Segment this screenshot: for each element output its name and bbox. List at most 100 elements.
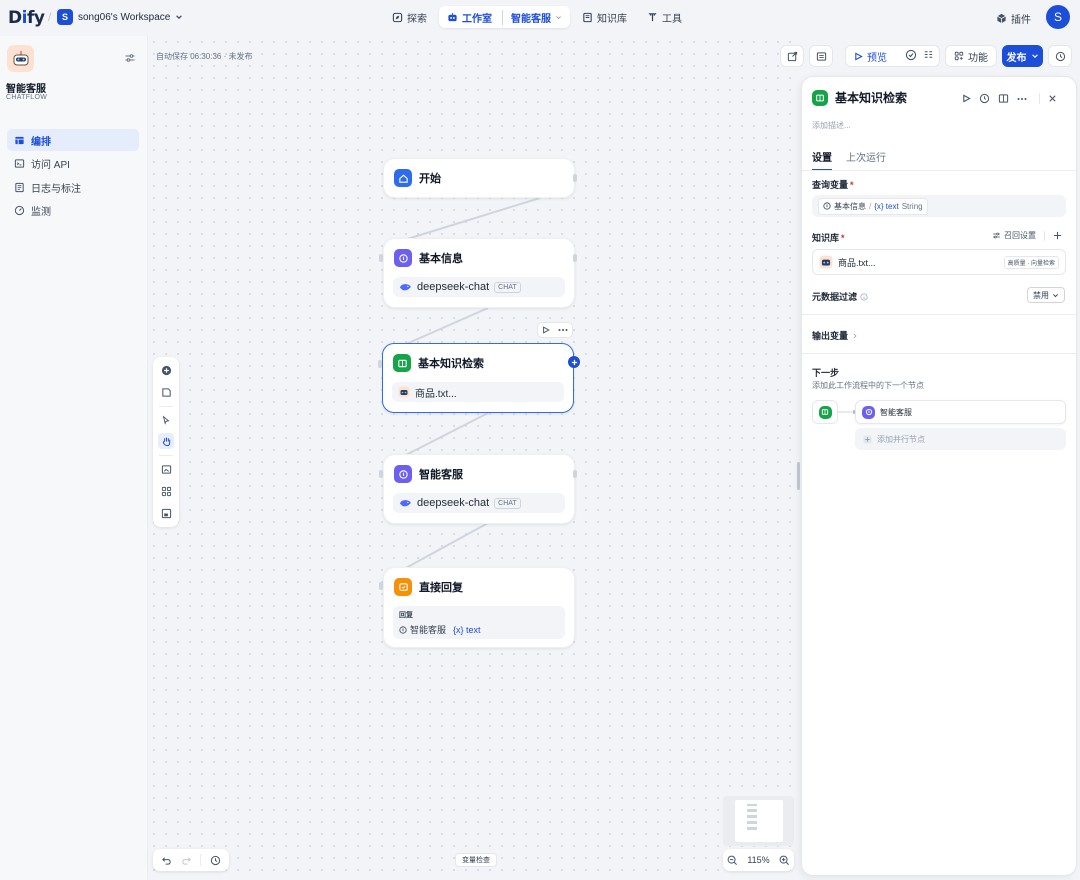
zoom-level[interactable]: 115% xyxy=(747,855,769,865)
add-knowledge-icon[interactable] xyxy=(1053,231,1062,240)
tab-settings[interactable]: 设置 xyxy=(812,149,832,171)
knowledge-item[interactable]: 商品.txt... 高质量 · 向量检索 xyxy=(812,249,1066,275)
retrieval-mode-badge: 高质量 · 向量检索 xyxy=(1003,255,1059,269)
env-button[interactable] xyxy=(809,45,833,67)
node-kb-input-handle[interactable] xyxy=(378,360,382,368)
minimap[interactable] xyxy=(723,796,794,846)
node-customer-service[interactable]: 智能客服 deepseek-chat CHAT xyxy=(383,454,575,524)
next-node-customer-service[interactable]: 智能客服 xyxy=(855,400,1066,424)
reply-content: 回复 智能客服 {x} text xyxy=(393,606,565,639)
actions-divider xyxy=(1044,230,1045,241)
node-reply-input-handle[interactable] xyxy=(379,582,383,590)
chat-badge: CHAT xyxy=(494,281,521,293)
query-variable-selector[interactable]: 基本信息 / {x} text String xyxy=(812,195,1066,217)
node-cs-input-handle[interactable] xyxy=(379,470,383,478)
add-node-icon[interactable] xyxy=(158,362,174,378)
current-node-block xyxy=(812,400,838,424)
preview-button[interactable]: 预览 xyxy=(854,49,887,64)
panel-title[interactable]: 基本知识检索 xyxy=(835,89,907,106)
checklist-icon[interactable] xyxy=(905,49,917,64)
info-icon xyxy=(860,292,868,301)
tools-divider xyxy=(159,406,173,407)
more-icon[interactable] xyxy=(558,328,568,332)
features-button[interactable]: 功能 xyxy=(945,45,997,67)
node-title: 开始 xyxy=(419,173,441,185)
recall-settings-button[interactable]: 召回设置 xyxy=(992,230,1036,241)
node-start-output-handle[interactable] xyxy=(573,174,577,182)
node-direct-reply[interactable]: 直接回复 回复 智能客服 {x} text xyxy=(383,567,575,648)
zoom-controls: 115% xyxy=(723,849,794,871)
redo-icon[interactable] xyxy=(181,855,192,866)
undo-icon[interactable] xyxy=(161,855,172,866)
node-actions xyxy=(537,322,573,338)
hand-icon[interactable] xyxy=(158,433,174,449)
book-open-icon xyxy=(812,89,828,106)
features-icon xyxy=(954,51,964,61)
reply-label: 回复 xyxy=(399,612,413,619)
llm-icon xyxy=(394,249,412,267)
description-input[interactable]: 添加描述... xyxy=(812,120,851,131)
query-variable-label: 查询变量 * xyxy=(812,180,854,190)
minimap-viewport xyxy=(735,800,783,842)
env-icon xyxy=(816,51,826,61)
more-icon[interactable] xyxy=(1017,97,1027,101)
add-parallel-node-button[interactable]: 添加并行节点 xyxy=(855,428,1066,450)
help-icon[interactable] xyxy=(979,93,990,104)
canvas-tools xyxy=(153,357,179,527)
llm-icon xyxy=(862,405,875,419)
plugins-button[interactable]: 插件 xyxy=(996,11,1031,26)
panel-resize-handle[interactable] xyxy=(797,462,800,490)
variable-check-button[interactable]: 变量检查 xyxy=(455,853,497,867)
home-icon xyxy=(394,169,412,187)
book-open-icon xyxy=(393,354,411,372)
undo-redo-tools xyxy=(153,849,229,871)
actions-divider xyxy=(1039,93,1040,104)
export-button[interactable] xyxy=(780,45,804,67)
dataset-robot-icon xyxy=(819,255,833,269)
pointer-icon[interactable] xyxy=(158,412,174,428)
node-basic-info-input-handle[interactable] xyxy=(379,254,383,262)
close-icon[interactable] xyxy=(1048,94,1057,103)
run-node-icon[interactable] xyxy=(962,94,971,103)
publish-button[interactable]: 发布 xyxy=(1002,45,1043,67)
metadata-filter-select[interactable]: 禁用 xyxy=(1027,287,1065,303)
sliders-icon xyxy=(993,232,1000,239)
output-variables-toggle[interactable]: 输出变量 xyxy=(812,329,858,342)
llm-small-icon xyxy=(823,202,831,210)
deepseek-whale-icon xyxy=(400,283,411,290)
zoom-in-icon[interactable] xyxy=(779,855,790,866)
user-avatar[interactable]: S xyxy=(1046,5,1070,29)
reply-icon xyxy=(394,578,412,596)
minimap-node xyxy=(747,804,757,806)
model-chip: deepseek-chat CHAT xyxy=(393,493,565,513)
book-open-icon xyxy=(818,405,832,419)
run-node-icon[interactable] xyxy=(542,326,550,334)
next-step-title: 下一步 xyxy=(812,368,840,378)
run-history-icon[interactable] xyxy=(923,49,934,63)
minimap-node xyxy=(747,815,757,818)
add-note-icon[interactable] xyxy=(158,384,174,400)
dataset-robot-icon xyxy=(398,386,410,398)
organize-blocks-icon[interactable] xyxy=(158,483,174,499)
history-icon xyxy=(1055,51,1065,61)
export-image-icon[interactable] xyxy=(158,461,174,477)
history-icon[interactable] xyxy=(210,855,221,866)
minimap-toggle-icon[interactable] xyxy=(158,505,174,521)
node-title: 智能客服 xyxy=(419,469,463,481)
plus-icon xyxy=(863,434,872,444)
node-knowledge-retrieval[interactable]: 基本知识检索 商品.txt... xyxy=(382,343,574,413)
version-history-button[interactable] xyxy=(1048,45,1072,67)
next-step-connector xyxy=(838,410,856,414)
add-next-node-icon[interactable] xyxy=(568,356,580,368)
node-start[interactable]: 开始 xyxy=(383,158,575,198)
node-basic-info-output-handle[interactable] xyxy=(573,254,577,262)
tab-last-run[interactable]: 上次运行 xyxy=(846,149,886,171)
zoom-out-icon[interactable] xyxy=(727,855,738,866)
workflow-edges xyxy=(403,197,541,570)
reply-variable: 智能客服 {x} text xyxy=(399,623,559,636)
tools-divider xyxy=(200,854,202,866)
docs-icon[interactable] xyxy=(998,93,1009,104)
node-cs-output-handle[interactable] xyxy=(573,470,577,478)
play-icon xyxy=(855,51,863,61)
node-basic-info[interactable]: 基本信息 deepseek-chat CHAT xyxy=(383,238,575,308)
